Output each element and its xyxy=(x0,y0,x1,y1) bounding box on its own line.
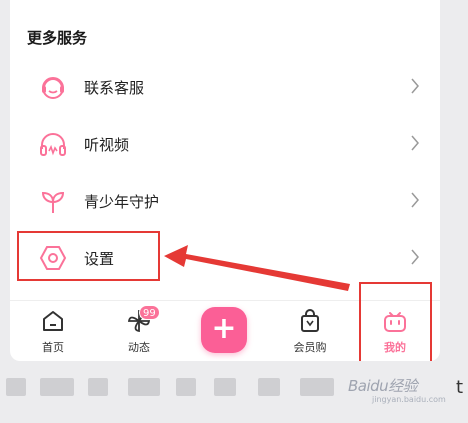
tab-home[interactable]: 首页 xyxy=(18,306,88,358)
headphones-icon xyxy=(40,133,66,156)
blurred-text xyxy=(40,378,74,396)
chevron-right-icon xyxy=(411,78,419,94)
blurred-text xyxy=(258,378,280,396)
menu-item-customer-service[interactable]: 联系客服 xyxy=(10,58,440,115)
tab-label: 动态 xyxy=(128,341,150,354)
chevron-right-icon xyxy=(411,135,419,151)
tab-label: 会员购 xyxy=(293,341,327,354)
notification-badge: 99 xyxy=(139,305,160,320)
settings-highlight-box xyxy=(17,231,160,281)
blurred-text xyxy=(88,378,108,396)
mine-highlight-box xyxy=(359,282,432,370)
blurred-text xyxy=(128,378,160,396)
blurred-text xyxy=(6,378,26,396)
section-title: 更多服务 xyxy=(27,29,88,47)
headset-icon xyxy=(42,77,64,99)
menu-item-teen-mode[interactable]: 青少年守护 xyxy=(10,172,440,229)
menu-item-label: 联系客服 xyxy=(84,79,145,97)
menu-item-label: 青少年守护 xyxy=(84,193,160,211)
chevron-right-icon xyxy=(411,249,419,265)
blurred-text xyxy=(176,378,196,396)
menu-item-label: 听视频 xyxy=(84,136,130,154)
home-icon xyxy=(43,311,63,331)
watermark-subtext: jingyan.baidu.com xyxy=(372,395,446,404)
plus-icon: + xyxy=(211,311,237,346)
tab-vip-shop[interactable]: 会员购 xyxy=(275,306,345,358)
shopping-bag-icon xyxy=(301,309,319,332)
menu-item-listen-video[interactable]: 听视频 xyxy=(10,115,440,172)
sprout-icon xyxy=(41,191,65,213)
text-fragment: t xyxy=(456,377,464,398)
tab-label: 首页 xyxy=(42,341,64,354)
blurred-text xyxy=(300,378,334,396)
tab-dynamic[interactable]: 99 动态 xyxy=(104,305,174,358)
chevron-right-icon xyxy=(411,192,419,208)
blurred-text xyxy=(214,378,236,396)
baidu-watermark: Baidu经验 xyxy=(348,377,418,395)
publish-button[interactable]: + xyxy=(201,307,247,353)
